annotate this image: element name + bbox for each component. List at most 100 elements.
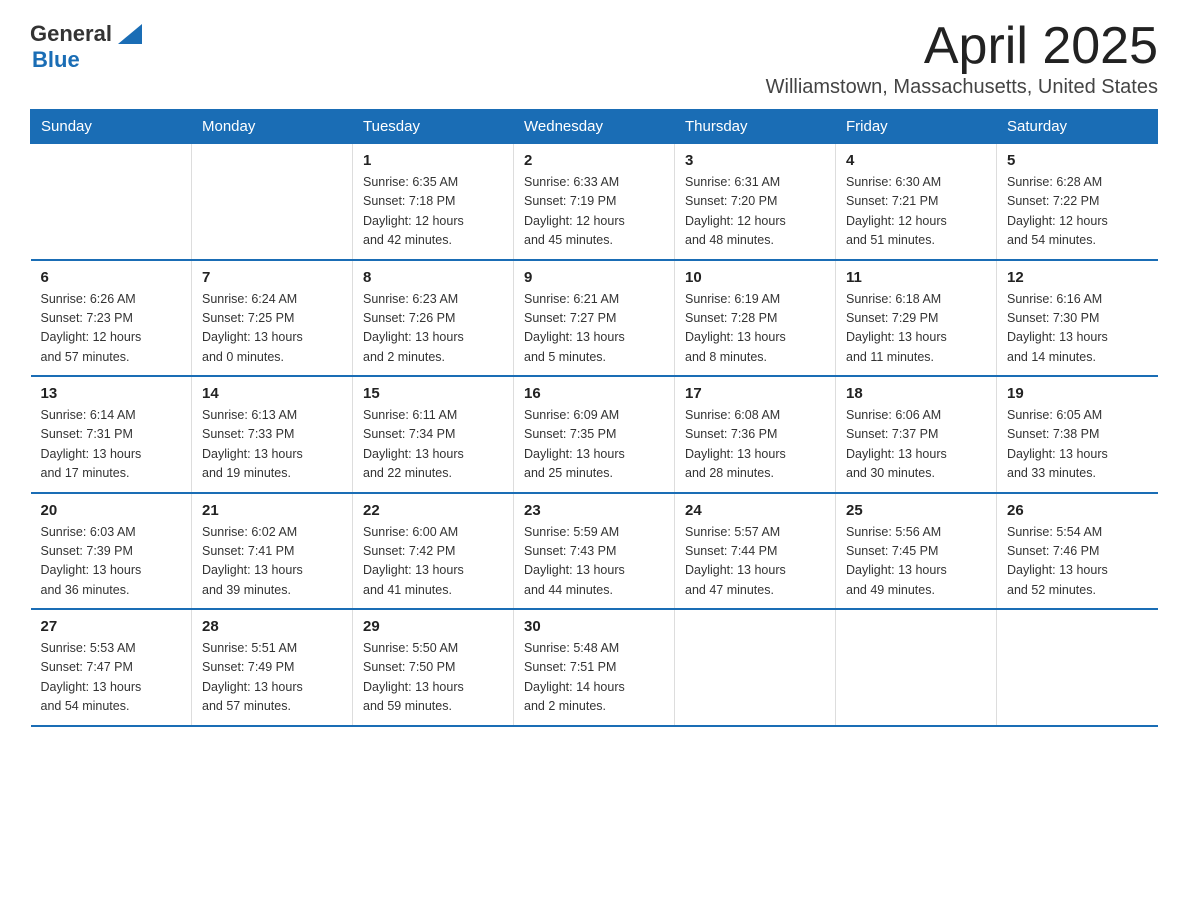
day-number: 26 (1007, 502, 1148, 519)
day-number: 13 (41, 385, 182, 402)
calendar-cell: 17 Sunrise: 6:08 AM Sunset: 7:36 PM Dayli… (675, 376, 836, 493)
weekday-header-friday: Friday (836, 110, 997, 144)
calendar-cell: 20 Sunrise: 6:03 AM Sunset: 7:39 PM Dayli… (31, 493, 192, 610)
day-info: Sunrise: 6:23 AM Sunset: 7:26 PM Dayligh… (363, 290, 503, 368)
day-number: 15 (363, 385, 503, 402)
calendar-cell: 25Sunrise: 5:56 AM Sunset: 7:45 PM Dayli… (836, 493, 997, 610)
calendar-cell: 29 Sunrise: 5:50 AM Sunset: 7:50 PM Dayli… (353, 609, 514, 726)
calendar-cell: 28Sunrise: 5:51 AM Sunset: 7:49 PM Dayli… (192, 609, 353, 726)
calendar-cell: 16Sunrise: 6:09 AM Sunset: 7:35 PM Dayli… (514, 376, 675, 493)
calendar-table: SundayMondayTuesdayWednesdayThursdayFrid… (30, 109, 1158, 727)
calendar-week-5: 27 Sunrise: 5:53 AM Sunset: 7:47 PM Dayli… (31, 609, 1158, 726)
calendar-cell (675, 609, 836, 726)
day-number: 5 (1007, 152, 1148, 169)
day-info: Sunrise: 6:16 AM Sunset: 7:30 PM Dayligh… (1007, 290, 1148, 368)
day-info: Sunrise: 5:48 AM Sunset: 7:51 PM Dayligh… (524, 639, 664, 717)
day-number: 14 (202, 385, 342, 402)
weekday-header-row: SundayMondayTuesdayWednesdayThursdayFrid… (31, 110, 1158, 144)
day-number: 16 (524, 385, 664, 402)
day-number: 3 (685, 152, 825, 169)
calendar-body: 1 Sunrise: 6:35 AM Sunset: 7:18 PM Daylig… (31, 144, 1158, 726)
day-info: Sunrise: 6:11 AM Sunset: 7:34 PM Dayligh… (363, 406, 503, 484)
day-number: 9 (524, 269, 664, 286)
weekday-header-wednesday: Wednesday (514, 110, 675, 144)
calendar-cell: 21 Sunrise: 6:02 AM Sunset: 7:41 PM Dayli… (192, 493, 353, 610)
day-info: Sunrise: 5:57 AM Sunset: 7:44 PM Dayligh… (685, 523, 825, 601)
day-number: 29 (363, 618, 503, 635)
calendar-cell: 27 Sunrise: 5:53 AM Sunset: 7:47 PM Dayli… (31, 609, 192, 726)
logo-blue-text: Blue (32, 48, 142, 72)
location-subtitle: Williamstown, Massachusetts, United Stat… (766, 76, 1158, 99)
calendar-cell: 2 Sunrise: 6:33 AM Sunset: 7:19 PM Daylig… (514, 144, 675, 260)
calendar-cell: 7Sunrise: 6:24 AM Sunset: 7:25 PM Daylig… (192, 260, 353, 377)
day-info: Sunrise: 6:18 AM Sunset: 7:29 PM Dayligh… (846, 290, 986, 368)
calendar-week-2: 6Sunrise: 6:26 AM Sunset: 7:23 PM Daylig… (31, 260, 1158, 377)
calendar-cell: 3 Sunrise: 6:31 AM Sunset: 7:20 PM Daylig… (675, 144, 836, 260)
day-number: 24 (685, 502, 825, 519)
weekday-header-saturday: Saturday (997, 110, 1158, 144)
month-title: April 2025 (766, 20, 1158, 72)
day-number: 10 (685, 269, 825, 286)
day-number: 23 (524, 502, 664, 519)
title-block: April 2025 Williamstown, Massachusetts, … (766, 20, 1158, 99)
day-number: 30 (524, 618, 664, 635)
day-info: Sunrise: 5:54 AM Sunset: 7:46 PM Dayligh… (1007, 523, 1148, 601)
calendar-cell: 6Sunrise: 6:26 AM Sunset: 7:23 PM Daylig… (31, 260, 192, 377)
calendar-cell: 24 Sunrise: 5:57 AM Sunset: 7:44 PM Dayli… (675, 493, 836, 610)
day-info: Sunrise: 6:03 AM Sunset: 7:39 PM Dayligh… (41, 523, 182, 601)
day-info: Sunrise: 6:19 AM Sunset: 7:28 PM Dayligh… (685, 290, 825, 368)
calendar-week-4: 20 Sunrise: 6:03 AM Sunset: 7:39 PM Dayli… (31, 493, 1158, 610)
day-info: Sunrise: 6:24 AM Sunset: 7:25 PM Dayligh… (202, 290, 342, 368)
logo-general-text: General (30, 22, 112, 46)
day-number: 27 (41, 618, 182, 635)
day-info: Sunrise: 6:26 AM Sunset: 7:23 PM Dayligh… (41, 290, 182, 368)
day-info: Sunrise: 6:00 AM Sunset: 7:42 PM Dayligh… (363, 523, 503, 601)
calendar-week-3: 13Sunrise: 6:14 AM Sunset: 7:31 PM Dayli… (31, 376, 1158, 493)
day-number: 19 (1007, 385, 1148, 402)
calendar-cell: 9 Sunrise: 6:21 AM Sunset: 7:27 PM Daylig… (514, 260, 675, 377)
logo: General Blue (30, 20, 142, 72)
day-info: Sunrise: 6:31 AM Sunset: 7:20 PM Dayligh… (685, 173, 825, 251)
day-info: Sunrise: 5:53 AM Sunset: 7:47 PM Dayligh… (41, 639, 182, 717)
day-number: 11 (846, 269, 986, 286)
day-number: 4 (846, 152, 986, 169)
day-info: Sunrise: 6:02 AM Sunset: 7:41 PM Dayligh… (202, 523, 342, 601)
calendar-cell: 26 Sunrise: 5:54 AM Sunset: 7:46 PM Dayli… (997, 493, 1158, 610)
day-info: Sunrise: 6:30 AM Sunset: 7:21 PM Dayligh… (846, 173, 986, 251)
weekday-header-thursday: Thursday (675, 110, 836, 144)
calendar-cell: 13Sunrise: 6:14 AM Sunset: 7:31 PM Dayli… (31, 376, 192, 493)
calendar-cell: 5 Sunrise: 6:28 AM Sunset: 7:22 PM Daylig… (997, 144, 1158, 260)
calendar-cell: 22 Sunrise: 6:00 AM Sunset: 7:42 PM Dayli… (353, 493, 514, 610)
day-info: Sunrise: 6:08 AM Sunset: 7:36 PM Dayligh… (685, 406, 825, 484)
day-info: Sunrise: 6:33 AM Sunset: 7:19 PM Dayligh… (524, 173, 664, 251)
calendar-cell: 14 Sunrise: 6:13 AM Sunset: 7:33 PM Dayli… (192, 376, 353, 493)
day-info: Sunrise: 5:50 AM Sunset: 7:50 PM Dayligh… (363, 639, 503, 717)
weekday-header-tuesday: Tuesday (353, 110, 514, 144)
calendar-cell (31, 144, 192, 260)
day-number: 17 (685, 385, 825, 402)
weekday-header-sunday: Sunday (31, 110, 192, 144)
day-info: Sunrise: 6:28 AM Sunset: 7:22 PM Dayligh… (1007, 173, 1148, 251)
day-number: 25 (846, 502, 986, 519)
weekday-header-monday: Monday (192, 110, 353, 144)
logo-triangle-icon (114, 20, 142, 48)
day-info: Sunrise: 6:35 AM Sunset: 7:18 PM Dayligh… (363, 173, 503, 251)
day-info: Sunrise: 6:05 AM Sunset: 7:38 PM Dayligh… (1007, 406, 1148, 484)
day-number: 22 (363, 502, 503, 519)
day-info: Sunrise: 5:59 AM Sunset: 7:43 PM Dayligh… (524, 523, 664, 601)
calendar-cell: 10 Sunrise: 6:19 AM Sunset: 7:28 PM Dayli… (675, 260, 836, 377)
calendar-week-1: 1 Sunrise: 6:35 AM Sunset: 7:18 PM Daylig… (31, 144, 1158, 260)
day-number: 20 (41, 502, 182, 519)
day-info: Sunrise: 6:06 AM Sunset: 7:37 PM Dayligh… (846, 406, 986, 484)
calendar-cell: 18Sunrise: 6:06 AM Sunset: 7:37 PM Dayli… (836, 376, 997, 493)
calendar-cell: 19 Sunrise: 6:05 AM Sunset: 7:38 PM Dayli… (997, 376, 1158, 493)
calendar-cell: 1 Sunrise: 6:35 AM Sunset: 7:18 PM Daylig… (353, 144, 514, 260)
day-number: 1 (363, 152, 503, 169)
day-number: 21 (202, 502, 342, 519)
day-info: Sunrise: 6:13 AM Sunset: 7:33 PM Dayligh… (202, 406, 342, 484)
page-header: General Blue April 2025 Williamstown, Ma… (30, 20, 1158, 99)
day-info: Sunrise: 6:21 AM Sunset: 7:27 PM Dayligh… (524, 290, 664, 368)
day-info: Sunrise: 5:51 AM Sunset: 7:49 PM Dayligh… (202, 639, 342, 717)
calendar-header: SundayMondayTuesdayWednesdayThursdayFrid… (31, 110, 1158, 144)
day-number: 2 (524, 152, 664, 169)
